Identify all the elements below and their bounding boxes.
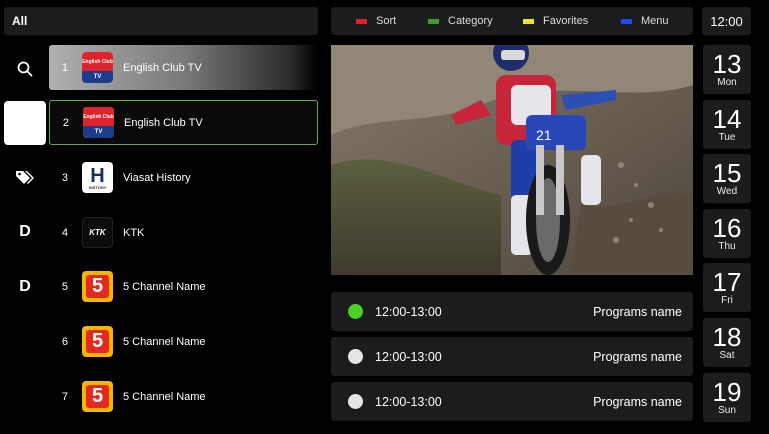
date-weekday: Wed	[716, 186, 738, 197]
date-day: 13	[712, 49, 742, 79]
date-item[interactable]: 17 Fri	[703, 263, 751, 312]
channel-name: 5 Channel Name	[123, 390, 206, 403]
channel-name: 5 Channel Name	[123, 280, 206, 293]
red-key-icon	[356, 18, 367, 24]
date-item[interactable]: 13 Mon	[703, 45, 751, 94]
svg-text:21: 21	[536, 127, 552, 143]
date-item[interactable]: 18 Sat	[703, 318, 751, 367]
channel-logo: 5	[82, 326, 113, 357]
status-indicator-icon	[348, 349, 363, 364]
tag-icon	[16, 171, 34, 184]
legend-menu[interactable]: Menu	[621, 15, 669, 27]
yellow-key-icon	[523, 18, 534, 24]
program-time: 12:00-13:00	[375, 349, 442, 364]
channel-row[interactable]: 3 H HISTORY Viasat History	[49, 155, 318, 200]
legend-favorites[interactable]: Favorites	[523, 15, 588, 27]
channel-name: KTK	[123, 226, 145, 239]
channel-row[interactable]: 6 5 5 Channel Name	[49, 319, 318, 364]
rail-letter-d[interactable]: D	[4, 210, 46, 254]
date-day: 17	[712, 267, 742, 297]
category-filter-label: All	[12, 14, 28, 28]
rail-favorites[interactable]	[4, 101, 46, 145]
rail-letter: D	[19, 223, 31, 240]
channel-name: 5 Channel Name	[123, 335, 206, 348]
date-day: 14	[712, 104, 742, 134]
legend-category[interactable]: Category	[428, 15, 493, 27]
program-name: Programs name	[593, 349, 682, 364]
channel-number: 4	[61, 226, 68, 239]
category-filter[interactable]: All	[4, 7, 318, 35]
channel-logo: KTK	[82, 217, 113, 248]
blue-key-icon	[621, 18, 632, 24]
date-item[interactable]: 14 Tue	[703, 100, 751, 149]
channel-number: 5	[61, 280, 68, 293]
date-weekday: Mon	[717, 77, 737, 88]
program-name: Programs name	[593, 394, 682, 409]
channel-row[interactable]: 4 KTK KTK	[49, 210, 318, 255]
channel-number: 2	[62, 116, 69, 129]
date-item[interactable]: 15 Wed	[703, 154, 751, 203]
channel-row[interactable]: 5 5 5 Channel Name	[49, 264, 318, 309]
channel-logo: 5	[82, 271, 113, 302]
clock-time: 12:00	[710, 13, 743, 29]
remote-key-legend: Sort Category Favorites Menu	[331, 7, 693, 35]
channel-row[interactable]: 2 English Club TV English Club TV	[49, 100, 318, 145]
channel-row[interactable]: 7 5 5 Channel Name	[49, 374, 318, 419]
program-time: 12:00-13:00	[375, 304, 442, 319]
status-indicator-icon	[348, 394, 363, 409]
channel-number: 3	[61, 171, 68, 184]
program-time: 12:00-13:00	[375, 394, 442, 409]
program-row[interactable]: 12:00-13:00 Programs name	[331, 292, 693, 331]
rail-tags[interactable]	[4, 155, 46, 199]
channel-name: English Club TV	[124, 116, 203, 129]
channel-number: 6	[61, 335, 68, 348]
channel-number: 1	[61, 61, 68, 74]
date-item[interactable]: 16 Thu	[703, 209, 751, 258]
legend-sort[interactable]: Sort	[356, 15, 396, 27]
date-item[interactable]: 19 Sun	[703, 373, 751, 422]
channel-logo: 5	[82, 381, 113, 412]
green-key-icon	[428, 18, 439, 24]
channel-name: English Club TV	[123, 61, 202, 74]
date-day: 16	[712, 213, 742, 243]
program-name: Programs name	[593, 304, 682, 319]
channel-logo: English Club TV	[82, 52, 113, 83]
channel-logo: H HISTORY	[82, 162, 113, 193]
date-weekday: Tue	[718, 132, 736, 143]
rail-search[interactable]	[4, 47, 46, 91]
channel-logo: English Club TV	[83, 107, 114, 138]
channel-row[interactable]: 1 English Club TV English Club TV	[49, 45, 318, 90]
date-weekday: Fri	[721, 295, 733, 306]
date-weekday: Sun	[718, 405, 736, 416]
program-row[interactable]: 12:00-13:00 Programs name	[331, 382, 693, 421]
video-preview[interactable]: 21	[331, 45, 693, 275]
clock: 12:00	[702, 7, 751, 35]
video-frame-image: 21	[331, 45, 693, 275]
heart-icon	[18, 117, 32, 130]
rail-letter-d[interactable]: D	[4, 265, 46, 309]
program-row[interactable]: 12:00-13:00 Programs name	[331, 337, 693, 376]
date-weekday: Sat	[719, 350, 735, 361]
rail-letter: D	[19, 278, 31, 295]
search-icon	[17, 61, 33, 77]
channel-name: Viasat History	[123, 171, 191, 184]
date-day: 18	[712, 322, 742, 352]
live-indicator-icon	[348, 304, 363, 319]
date-day: 19	[712, 377, 742, 407]
channel-number: 7	[61, 390, 68, 403]
date-day: 15	[712, 158, 742, 188]
date-weekday: Thu	[718, 241, 736, 252]
